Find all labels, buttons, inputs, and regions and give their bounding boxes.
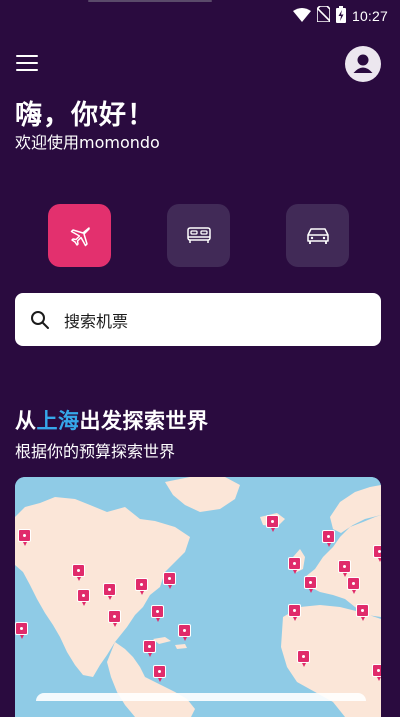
greeting-subtitle: 欢迎使用momondo: [15, 133, 160, 152]
map-pin[interactable]: [103, 583, 116, 600]
explore-title-prefix: 从: [15, 409, 37, 433]
map-pin[interactable]: [304, 576, 317, 593]
map-pin[interactable]: [178, 624, 191, 641]
menu-line: [16, 55, 38, 57]
map-pin[interactable]: [143, 640, 156, 657]
status-time: 10:27: [351, 8, 388, 24]
explore-map[interactable]: [15, 477, 381, 717]
map-pin[interactable]: [108, 610, 121, 627]
world-map: [15, 477, 381, 717]
map-pin[interactable]: [347, 577, 360, 594]
explore-subtitle: 根据你的预算探索世界: [15, 442, 176, 461]
search-icon: [31, 310, 49, 329]
search-input[interactable]: 搜索机票: [15, 293, 381, 346]
cars-button[interactable]: [286, 204, 349, 267]
map-pin[interactable]: [288, 604, 301, 621]
map-pin[interactable]: [163, 572, 176, 589]
car-icon: [306, 227, 329, 244]
explore-title-suffix: 出发探索世界: [79, 409, 209, 433]
airplane-icon: [70, 226, 90, 246]
map-pin[interactable]: [338, 560, 351, 577]
menu-line: [16, 69, 38, 71]
map-pin[interactable]: [356, 604, 369, 621]
status-notch: [88, 0, 212, 2]
map-pin[interactable]: [15, 622, 28, 639]
map-pin[interactable]: [288, 557, 301, 574]
avatar[interactable]: [345, 46, 381, 82]
hotels-button[interactable]: [167, 204, 230, 267]
map-pin[interactable]: [373, 545, 381, 562]
search-label: 搜索机票: [64, 311, 129, 331]
map-pin[interactable]: [153, 665, 166, 682]
bed-icon: [186, 226, 211, 243]
user-icon: [353, 54, 373, 73]
map-pin[interactable]: [297, 650, 310, 667]
menu-line: [16, 62, 38, 64]
map-pin[interactable]: [135, 578, 148, 595]
wifi-icon: [292, 7, 311, 26]
status-icons: 10:27: [292, 5, 388, 27]
map-pin[interactable]: [266, 515, 279, 532]
status-bar: 10:27: [0, 0, 400, 32]
greeting-title: 嗨，你好！: [15, 100, 155, 131]
origin-city-link[interactable]: 上海: [37, 409, 80, 433]
map-pin[interactable]: [151, 605, 164, 622]
flights-button[interactable]: [48, 204, 111, 267]
map-pin[interactable]: [322, 530, 335, 547]
map-pin[interactable]: [18, 529, 31, 546]
map-pin[interactable]: [372, 664, 381, 681]
battery-charging-icon: [335, 5, 346, 27]
map-pin[interactable]: [72, 564, 85, 581]
no-sim-icon: [316, 5, 331, 26]
map-pin[interactable]: [77, 589, 90, 606]
explore-title: 从上海出发探索世界: [15, 405, 209, 435]
menu-icon[interactable]: [16, 54, 40, 72]
